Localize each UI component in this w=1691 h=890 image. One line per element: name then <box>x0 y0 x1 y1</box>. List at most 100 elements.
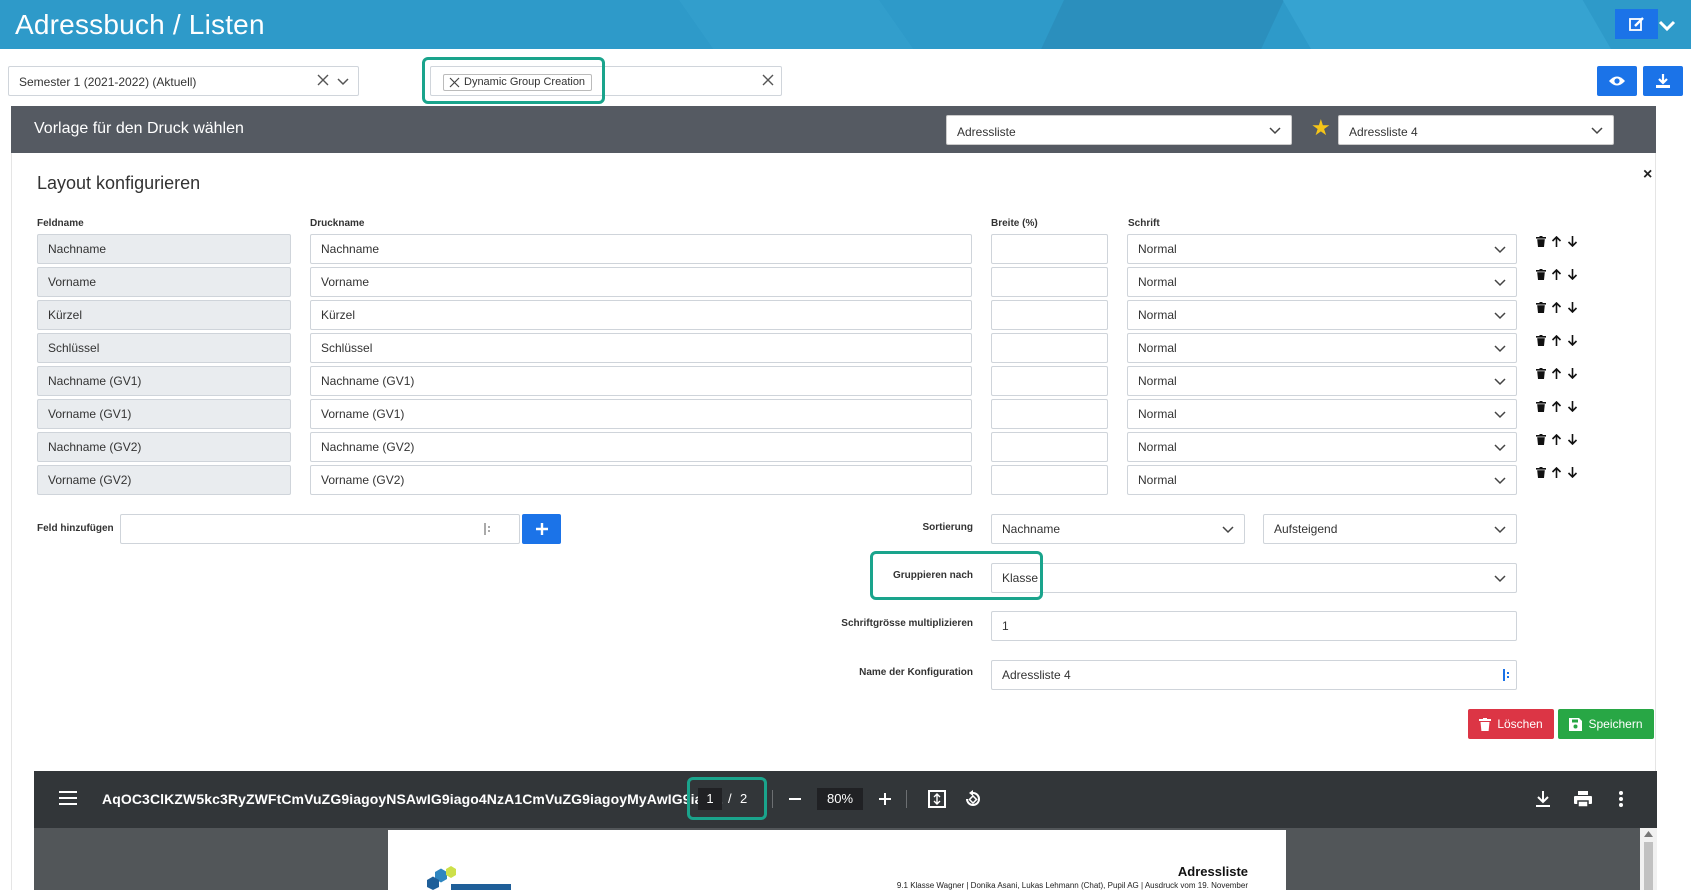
pdf-filename: AqOC3ClKZW5kc3RyZWFtCmVuZG9iagoyNSAwIG9i… <box>102 791 724 807</box>
pdf-scrollbar[interactable] <box>1640 828 1657 890</box>
trash-icon[interactable] <box>1536 335 1546 346</box>
print-name-input[interactable]: Nachname (GV2) <box>310 432 972 462</box>
add-field-input[interactable] <box>120 514 520 544</box>
arrow-up-icon[interactable] <box>1551 302 1562 313</box>
arrow-up-icon[interactable] <box>1551 401 1562 412</box>
trash-icon[interactable] <box>1536 434 1546 445</box>
width-input[interactable] <box>991 399 1108 429</box>
group-by-select[interactable]: Klasse <box>991 563 1517 593</box>
arrow-up-icon[interactable] <box>1551 269 1562 280</box>
trash-icon[interactable] <box>1536 269 1546 280</box>
print-name-input[interactable]: Nachname (GV1) <box>310 366 972 396</box>
arrow-down-icon[interactable] <box>1567 434 1578 445</box>
arrow-down-icon[interactable] <box>1567 401 1578 412</box>
print-name-input[interactable]: Kürzel <box>310 300 972 330</box>
trash-icon[interactable] <box>1536 302 1546 313</box>
arrow-up-icon[interactable] <box>1551 368 1562 379</box>
download-button[interactable] <box>1643 66 1683 96</box>
save-button-label: Speichern <box>1588 717 1643 731</box>
arrow-down-icon[interactable] <box>1567 236 1578 247</box>
font-select-value: Normal <box>1138 374 1177 388</box>
download-icon[interactable] <box>1535 790 1551 808</box>
print-name-input[interactable]: Vorname (GV1) <box>310 399 972 429</box>
template-name-select[interactable]: Adressliste 4 <box>1338 115 1614 145</box>
remove-chip-icon[interactable] <box>449 77 460 88</box>
close-icon[interactable]: × <box>1643 166 1652 184</box>
group-chip-label: Dynamic Group Creation <box>464 76 586 88</box>
download-icon <box>1656 74 1670 88</box>
arrow-down-icon[interactable] <box>1567 368 1578 379</box>
font-select[interactable]: Normal <box>1127 399 1517 429</box>
width-input[interactable] <box>991 267 1108 297</box>
width-input[interactable] <box>991 333 1108 363</box>
clear-icon[interactable] <box>761 73 775 87</box>
arrow-up-icon[interactable] <box>1551 236 1562 247</box>
rotate-icon[interactable] <box>963 789 983 809</box>
font-select[interactable]: Normal <box>1127 333 1517 363</box>
menu-icon[interactable] <box>59 790 77 806</box>
save-button[interactable]: Speichern <box>1558 709 1654 739</box>
config-name-input[interactable]: Adressliste 4 <box>991 660 1517 690</box>
sort-field-select[interactable]: Nachname <box>991 514 1245 544</box>
trash-icon[interactable] <box>1536 467 1546 478</box>
field-name-cell: Vorname (GV2) <box>37 465 291 495</box>
scroll-up-icon[interactable] <box>1644 831 1653 837</box>
zoom-out-icon[interactable] <box>788 792 802 806</box>
width-input[interactable] <box>991 234 1108 264</box>
chevron-down-icon[interactable] <box>336 74 350 88</box>
print-name-input[interactable]: Vorname <box>310 267 972 297</box>
font-select[interactable]: Normal <box>1127 267 1517 297</box>
trash-icon[interactable] <box>1536 368 1546 379</box>
group-chip[interactable]: Dynamic Group Creation <box>443 74 593 91</box>
page-number-input[interactable]: 1 <box>698 788 722 810</box>
fit-page-icon[interactable] <box>928 790 946 808</box>
template-bar-title: Vorlage für den Druck wählen <box>34 120 244 137</box>
trash-icon[interactable] <box>1536 401 1546 412</box>
print-icon[interactable] <box>1573 790 1593 808</box>
font-multiplier-input[interactable]: 1 <box>991 611 1517 641</box>
font-select[interactable]: Normal <box>1127 366 1517 396</box>
arrow-down-icon[interactable] <box>1567 335 1578 346</box>
font-select[interactable]: Normal <box>1127 234 1517 264</box>
arrow-down-icon[interactable] <box>1567 302 1578 313</box>
width-input[interactable] <box>991 366 1108 396</box>
semester-select[interactable]: Semester 1 (2021-2022) (Aktuell) <box>8 66 359 96</box>
arrow-up-icon[interactable] <box>1551 434 1562 445</box>
font-select[interactable]: Normal <box>1127 300 1517 330</box>
star-icon[interactable]: ★ <box>1311 117 1331 139</box>
pupil-logo <box>427 866 511 890</box>
width-input[interactable] <box>991 465 1108 495</box>
add-field-button[interactable] <box>522 514 561 544</box>
print-name-input[interactable]: Nachname <box>310 234 972 264</box>
zoom-level[interactable]: 80% <box>817 788 863 810</box>
arrow-up-icon[interactable] <box>1551 335 1562 346</box>
clear-icon[interactable] <box>316 73 330 87</box>
group-by-value: Klasse <box>1002 571 1039 585</box>
arrow-up-icon[interactable] <box>1551 467 1562 478</box>
template-type-select[interactable]: Adressliste <box>946 115 1292 145</box>
field-name-cell: Nachname <box>37 234 291 264</box>
print-name-input[interactable]: Schlüssel <box>310 333 972 363</box>
chevron-down-icon[interactable] <box>1657 15 1677 35</box>
delete-button[interactable]: Löschen <box>1468 709 1554 739</box>
font-select[interactable]: Normal <box>1127 432 1517 462</box>
font-select-value: Normal <box>1138 407 1177 421</box>
font-select[interactable]: Normal <box>1127 465 1517 495</box>
scrollbar-thumb[interactable] <box>1644 842 1653 890</box>
trash-icon[interactable] <box>1536 236 1546 247</box>
sort-order-select[interactable]: Aufsteigend <box>1263 514 1517 544</box>
width-input[interactable] <box>991 432 1108 462</box>
more-options-icon[interactable] <box>1618 790 1624 808</box>
zoom-in-icon[interactable] <box>878 792 892 806</box>
app-header: Adressbuch / Listen <box>0 0 1691 49</box>
config-name-value: Adressliste 4 <box>1002 668 1071 682</box>
arrow-down-icon[interactable] <box>1567 467 1578 478</box>
eye-icon <box>1609 76 1625 86</box>
width-input[interactable] <box>991 300 1108 330</box>
preview-button[interactable] <box>1597 66 1637 96</box>
toolbar-divider <box>906 790 907 808</box>
edit-template-button[interactable] <box>1615 9 1658 39</box>
arrow-down-icon[interactable] <box>1567 269 1578 280</box>
group-select[interactable]: Dynamic Group Creation <box>430 66 782 96</box>
print-name-input[interactable]: Vorname (GV2) <box>310 465 972 495</box>
